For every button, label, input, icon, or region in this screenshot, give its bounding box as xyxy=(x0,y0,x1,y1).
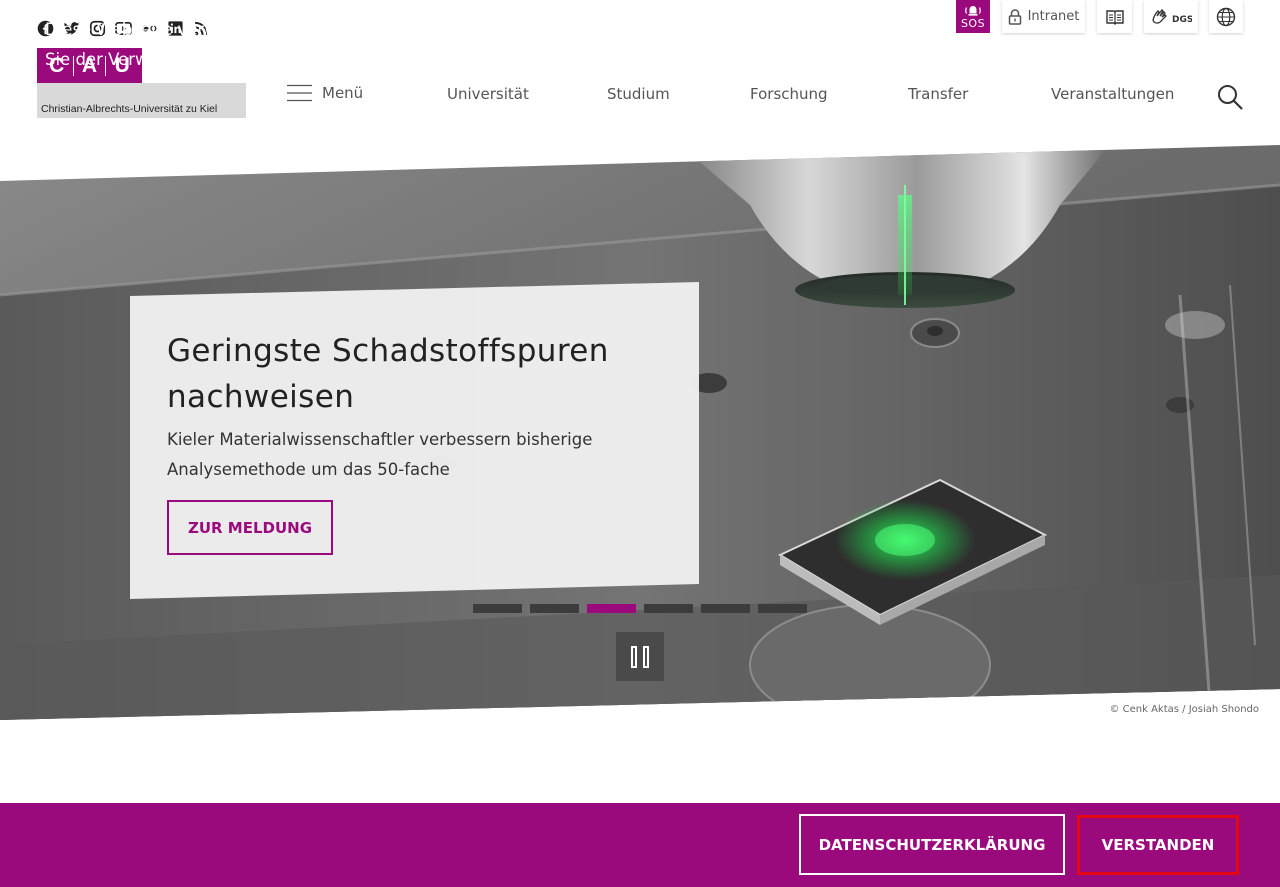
alarm-bell-icon xyxy=(965,6,981,16)
sign-language-icon: DGS xyxy=(1152,8,1192,25)
sos-button[interactable]: SOS xyxy=(956,0,990,33)
slider-dot[interactable] xyxy=(530,604,579,613)
menu-label: Menü xyxy=(322,84,364,102)
sign-language-button[interactable]: DGS xyxy=(1144,0,1198,33)
menu-button[interactable]: Menü xyxy=(287,84,363,102)
slider-dot-active[interactable] xyxy=(587,604,636,613)
slider-dot[interactable] xyxy=(644,604,693,613)
intranet-button[interactable]: Intranet xyxy=(1002,0,1085,33)
slider-dot[interactable] xyxy=(758,604,807,613)
nav-item-forschung[interactable]: Forschung xyxy=(750,85,828,103)
slider-dot[interactable] xyxy=(701,604,750,613)
read-article-button[interactable]: ZUR MELDUNG xyxy=(167,500,333,555)
search-icon xyxy=(1218,85,1243,110)
easy-language-button[interactable] xyxy=(1097,0,1132,33)
svg-text:DGS: DGS xyxy=(1172,15,1192,25)
slider-dot[interactable] xyxy=(473,604,522,613)
privacy-policy-button[interactable]: DATENSCHUTZERKLÄRUNG xyxy=(799,814,1065,875)
pause-icon xyxy=(643,645,649,668)
nav-item-veranstaltungen[interactable]: Veranstaltungen xyxy=(1051,85,1174,103)
globe-icon xyxy=(1216,7,1236,26)
nav-item-studium[interactable]: Studium xyxy=(607,85,670,103)
slider-pause-button[interactable] xyxy=(616,632,664,681)
slider-pagination xyxy=(473,604,807,613)
hamburger-icon xyxy=(287,84,312,102)
hero-title: Geringste Schadstoffspuren nachweisen xyxy=(167,333,609,415)
search-button[interactable] xyxy=(1216,83,1244,111)
lock-icon xyxy=(1008,8,1021,25)
language-switcher[interactable] xyxy=(1209,0,1243,33)
sos-label: SOS xyxy=(960,17,986,30)
easy-language-icon xyxy=(1105,9,1124,25)
accept-cookies-button[interactable]: VERSTANDEN xyxy=(1077,815,1239,875)
logo-university-name: Christian-Albrechts-Universität zu Kiel xyxy=(37,83,246,118)
image-credit: © Cenk Aktas / Josiah Shondo xyxy=(1109,704,1259,715)
pause-icon xyxy=(631,645,637,668)
intranet-label: Intranet xyxy=(1027,9,1080,24)
nav-item-universitaet[interactable]: Universität xyxy=(447,85,529,103)
nav-item-transfer[interactable]: Transfer xyxy=(908,85,968,103)
cookie-notice-text: Diese Webseite verwendet Cookies. Durch … xyxy=(45,20,759,69)
hero-subtitle: Kieler Materialwissenschaftler verbesser… xyxy=(167,430,593,479)
